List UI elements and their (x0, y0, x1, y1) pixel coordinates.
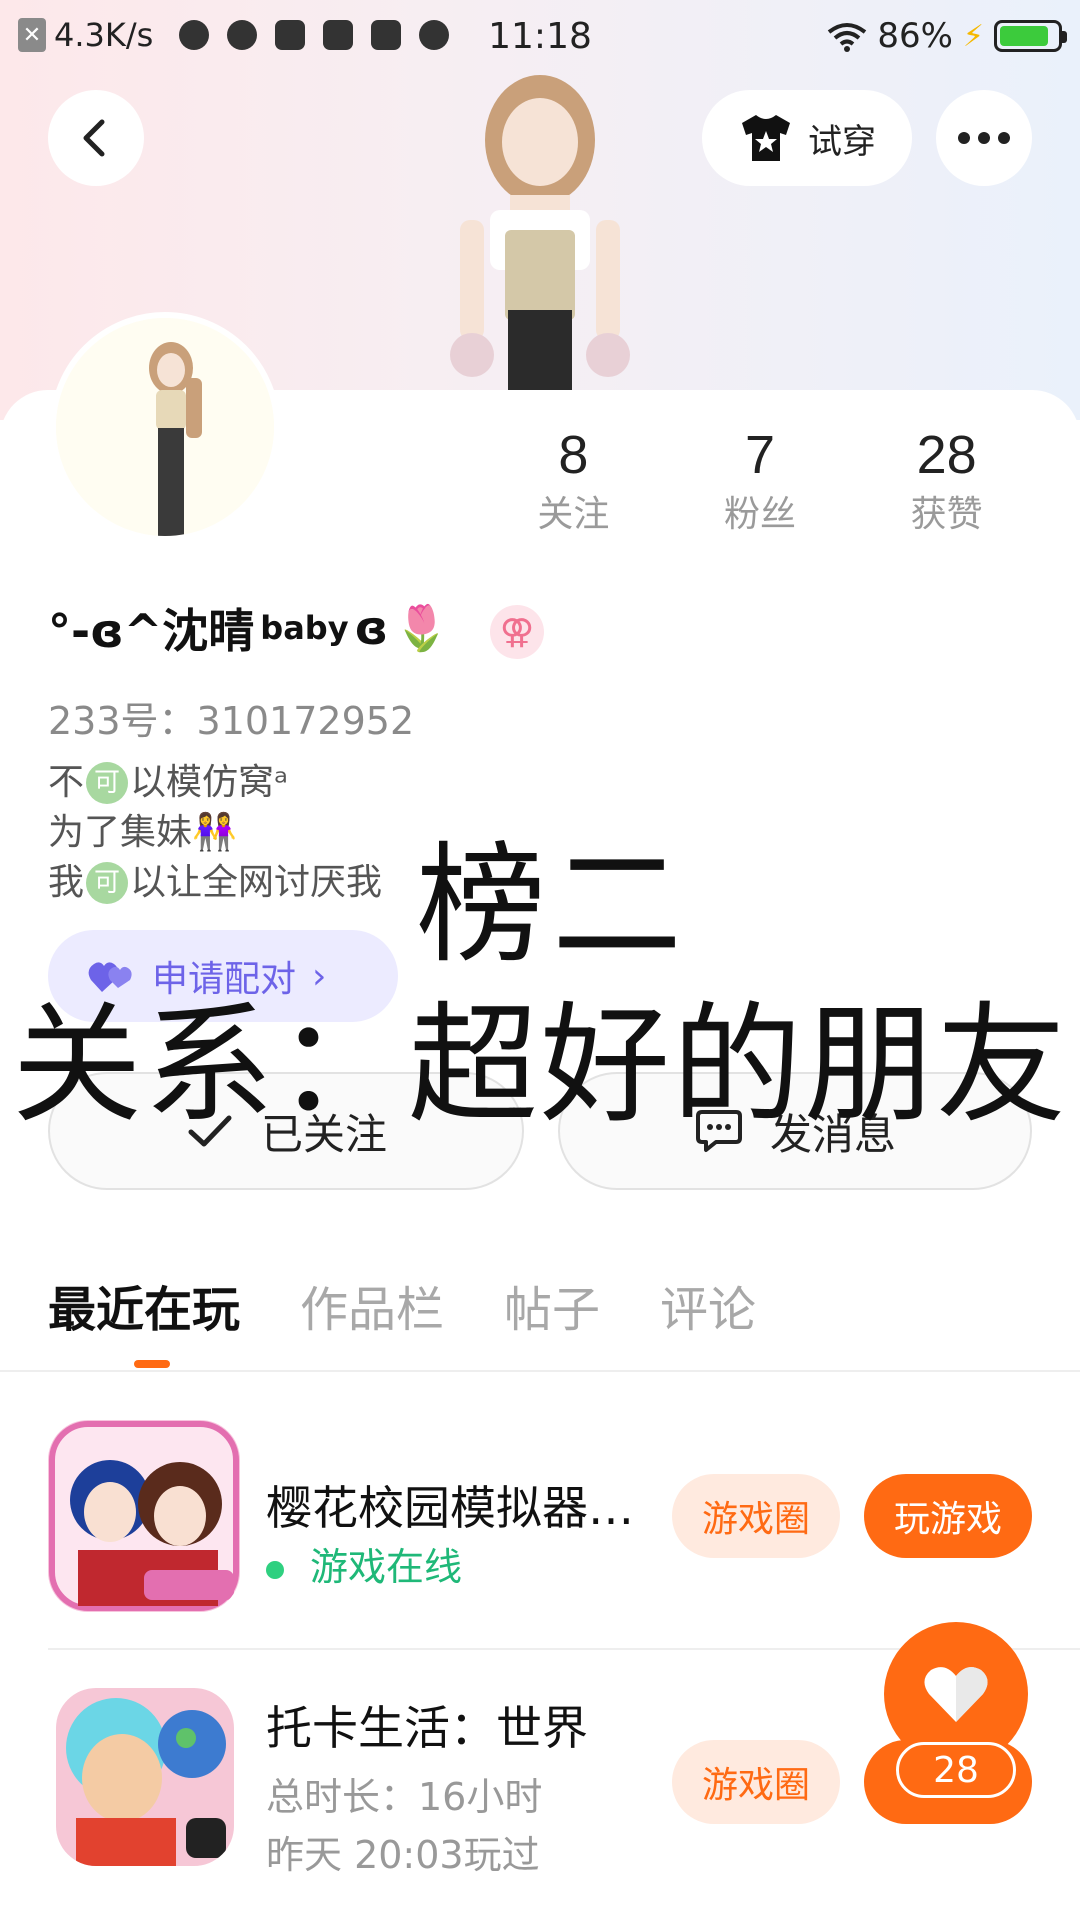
game-status: 游戏在线 (266, 1536, 462, 1591)
game-circle-button[interactable]: 游戏圈 (672, 1474, 840, 1558)
online-dot-icon (266, 1560, 284, 1579)
dot-icon (958, 132, 970, 144)
stat-likes[interactable]: 28 获赞 (853, 420, 1040, 540)
game-title[interactable]: 托卡生活：世界 (266, 1692, 588, 1758)
bio-text: 我 (48, 862, 85, 903)
avatar-character-illustration (420, 70, 660, 390)
play-game-button[interactable]: 玩游戏 (864, 1474, 1032, 1558)
tab-recently-played[interactable]: 最近在玩 (48, 1270, 240, 1350)
bio-line: 不可以模仿窝ᵃ (48, 758, 382, 808)
chevron-left-icon (83, 119, 105, 157)
profile-tabs: 最近在玩 作品栏 帖子 评论 (48, 1270, 756, 1350)
dot-icon (978, 132, 990, 144)
profile-stats: 8 关注 7 粉丝 28 获赞 (480, 420, 1040, 540)
bio-line: 我可以让全网讨厌我 (48, 858, 382, 908)
bio-text: 以模仿窝ᵃ (130, 762, 289, 803)
wifi-icon (827, 21, 867, 52)
bio-text: 不 (48, 762, 85, 803)
stat-following[interactable]: 8 关注 (480, 420, 667, 540)
tab-comments[interactable]: 评论 (660, 1270, 756, 1350)
nickname-suffix: ɞ (354, 601, 389, 655)
female-gender-icon: ⚢ (490, 605, 544, 659)
stat-label: 关注 (537, 494, 610, 535)
try-on-button[interactable]: 试穿 (702, 90, 912, 186)
sakura-school-game-icon[interactable] (48, 1420, 240, 1612)
battery-icon (994, 20, 1067, 52)
stat-label: 获赞 (910, 494, 983, 535)
game-title[interactable]: 樱花校园模拟器… (266, 1472, 634, 1538)
overlay-relation-caption: 关系：超好的朋友 (12, 989, 1069, 1141)
tab-works[interactable]: 作品栏 (300, 1270, 444, 1350)
heart-icon (924, 1667, 988, 1722)
try-on-label: 试穿 (808, 121, 876, 162)
nickname-superscript: baby (260, 609, 349, 647)
stat-value: 7 (744, 425, 776, 485)
divider (0, 1370, 1080, 1372)
ke-badge-icon: 可 (86, 762, 129, 804)
dot-icon (998, 132, 1010, 144)
like-count-badge: 28 (896, 1742, 1016, 1798)
bio-text: 以让全网讨厌我 (130, 862, 383, 903)
user-id: 233号：310172952 (48, 699, 415, 743)
bio-text: 为了集妹👭 (48, 812, 237, 853)
game-circle-button[interactable]: 游戏圈 (672, 1740, 840, 1824)
more-options-button[interactable] (936, 90, 1032, 186)
toca-life-game-icon[interactable] (56, 1688, 234, 1866)
shirt-icon (742, 115, 790, 161)
bio: 不可以模仿窝ᵃ 为了集妹👭 我可以让全网讨厌我 (48, 758, 382, 908)
battery-level (1000, 26, 1049, 46)
stat-followers[interactable]: 7 粉丝 (667, 420, 854, 540)
ke-badge-icon: 可 (86, 862, 129, 904)
stat-value: 28 (916, 425, 977, 485)
bio-line: 为了集妹👭 (48, 808, 382, 858)
nickname-text: °-ɞ^沈晴 (48, 604, 255, 658)
status-bar: ✕ 4.3K/s 11:18 86% ⚡ (0, 0, 1080, 74)
game-last-played: 昨天 20:03玩过 (266, 1833, 540, 1877)
active-tab-indicator (134, 1360, 170, 1368)
avatar[interactable] (50, 312, 280, 542)
battery-percent: 86% (877, 16, 953, 56)
back-button[interactable] (48, 90, 144, 186)
stat-value: 8 (558, 425, 589, 485)
status-right: 86% ⚡ (827, 16, 1067, 56)
online-status-text: 游戏在线 (310, 1545, 463, 1589)
nickname: °-ɞ^沈晴 baby ɞ 🌷 (48, 595, 449, 661)
tulip-icon: 🌷 (394, 603, 449, 654)
stat-label: 粉丝 (724, 494, 797, 535)
tab-posts[interactable]: 帖子 (504, 1270, 600, 1350)
game-duration: 总时长：16小时 (266, 1775, 543, 1819)
charging-icon: ⚡ (962, 18, 984, 54)
